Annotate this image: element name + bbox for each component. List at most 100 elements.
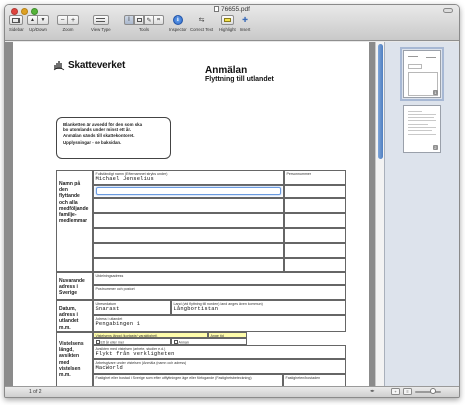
active-text-field[interactable]: [96, 187, 281, 195]
info-box: Blanketten är avsedd för den som ska bo …: [56, 117, 171, 159]
insert-toolbar-item[interactable]: ✚ Insert: [239, 15, 251, 32]
utresedatum-field[interactable]: Utresedatum Snarast: [93, 300, 171, 315]
family-member-name-field[interactable]: [93, 243, 284, 258]
tools-toolbar-item: I ✎ ⌗ Tools: [124, 15, 164, 32]
langd-label: Vistelsens längd (kortaste/ varaktighet): [95, 333, 158, 338]
family-member-name-field[interactable]: [93, 213, 284, 228]
avsikt-field[interactable]: Avsikten med vistelsen (arbete, studier …: [93, 345, 346, 359]
fullname-value: Michael Jenselius: [95, 176, 154, 183]
highlight-label: Highlight: [219, 27, 236, 32]
annotate-tool-button[interactable]: ✎: [144, 15, 154, 25]
scroll-arrows-icon[interactable]: ◂▸: [370, 388, 375, 394]
agency-logo: Skatteverket: [53, 59, 125, 71]
personnummer-label: Personnummer: [286, 171, 312, 176]
pencil-icon: ✎: [146, 17, 152, 24]
postnummer-label: Postnummer och postort: [95, 286, 135, 291]
sidebar-toolbar-item[interactable]: Sidebar: [9, 15, 24, 32]
thumbnail-options-button[interactable]: ≡: [403, 388, 412, 395]
family-member-pnr-field[interactable]: [284, 258, 346, 272]
inspector-label: Inspector: [169, 27, 187, 32]
correct-text-label: Correct Text: [190, 27, 214, 32]
sidebar-button[interactable]: [9, 15, 24, 25]
adress-utland-field[interactable]: Adress i utlandet Pengabingen 1: [93, 315, 346, 332]
inspector-icon[interactable]: i: [172, 15, 183, 25]
thumb-line: [408, 117, 434, 118]
page-count: 1 of 2: [29, 389, 42, 395]
tools-label: Tools: [138, 27, 150, 32]
page-down-button[interactable]: ▼: [38, 15, 49, 25]
slider-knob[interactable]: [430, 388, 436, 394]
page-thumbnail-1[interactable]: 1: [400, 47, 444, 101]
page-thumbnail-2[interactable]: 2: [403, 105, 441, 153]
skatteverket-logo-icon: [53, 61, 65, 71]
thumb-page-number: 1: [432, 90, 438, 95]
add-page-button[interactable]: +: [391, 388, 400, 395]
select-tool-button[interactable]: [134, 15, 144, 25]
fastighet-label: Fastighet eller bostad i Sverige som eft…: [95, 375, 252, 380]
land-field[interactable]: Land (vid flyttning till norden) land an…: [171, 300, 346, 315]
crop-tool-button[interactable]: ⌗: [154, 15, 164, 25]
select-rect-icon: [136, 18, 142, 22]
family-member-name-field[interactable]: [93, 228, 284, 243]
utresedatum-value: Snarast: [95, 306, 120, 313]
highlight-button[interactable]: [220, 15, 234, 25]
one-year-label: Ett år eller mer: [100, 340, 125, 345]
zoom-toolbar-item: − + Zoom: [57, 15, 79, 32]
family-member-name-field[interactable]: [93, 198, 284, 213]
inspector-toolbar-item[interactable]: i Inspector: [169, 15, 187, 32]
zoom-out-button[interactable]: −: [57, 15, 68, 25]
title-bar: 76655.pdf Sidebar ▲ ▼ Up/Down − + Zoom V…: [5, 5, 459, 41]
document-view[interactable]: Skatteverket Anmälan Flyttning till utla…: [5, 42, 375, 388]
viewtype-toolbar-item[interactable]: View Type: [91, 15, 111, 32]
utdelningsadress-label: Utdelningsadress: [95, 273, 124, 278]
info-more: Upplysningar - se baksidan.: [63, 140, 122, 146]
family-member-pnr-field[interactable]: [284, 198, 346, 213]
utdelningsadress-field[interactable]: Utdelningsadress: [93, 272, 346, 285]
thumbnail-size-slider[interactable]: [415, 388, 441, 394]
family-member-name-field[interactable]: [93, 258, 284, 272]
thumb-line: [408, 127, 436, 128]
section-label-date: Datum, adress i utlandet m.m.: [56, 300, 93, 332]
document-scrollbar[interactable]: [375, 42, 384, 388]
zoom-in-button[interactable]: +: [68, 15, 79, 25]
form-title: Anmälan: [205, 65, 248, 76]
section-label-stay: Vistelsens längd, avsikten med vistelsen…: [56, 332, 93, 388]
arbetsgivare-field[interactable]: Arbetsgivare under vistelsen (Anmäla (na…: [93, 359, 346, 374]
thumb-line: [408, 56, 418, 57]
thumb-line: [408, 134, 436, 135]
toolbar-toggle-button[interactable]: [443, 8, 453, 13]
sidebar-label: Sidebar: [9, 27, 24, 32]
sidebar-icon: [12, 17, 21, 23]
thumb-box: [408, 64, 422, 69]
family-member-pnr-field[interactable]: [284, 185, 346, 198]
thumbnail-sidebar: 1 2: [384, 42, 459, 388]
family-member-pnr-field[interactable]: [284, 228, 346, 243]
thumb-line: [408, 124, 428, 125]
family-member-pnr-field[interactable]: [284, 243, 346, 258]
adress-utland-value: Pengabingen 1: [95, 321, 141, 328]
fullname-field[interactable]: Fullständigt namn (Efternamnet stryks un…: [93, 170, 284, 185]
insert-icon[interactable]: ✚: [239, 15, 251, 25]
highlight-toolbar-item[interactable]: Highlight: [219, 15, 236, 32]
ange-tid-label: Ange tid: [210, 333, 224, 338]
family-member-pnr-field[interactable]: [284, 213, 346, 228]
thumb-line: [426, 57, 436, 58]
other-checkbox[interactable]: [173, 339, 178, 344]
fastighet-bostad-label: Fastigheten/bostaden: [285, 375, 321, 380]
status-bar: 1 of 2 ◂▸ + ≡: [5, 386, 459, 397]
page-up-button[interactable]: ▲: [27, 15, 38, 25]
scrollbar-thumb[interactable]: [378, 44, 383, 159]
option-other-row[interactable]: Annan: [171, 338, 247, 345]
personnummer-field[interactable]: Personnummer: [284, 170, 346, 185]
correct-text-icon[interactable]: ⇆: [196, 15, 208, 25]
sidebar-controls: + ≡: [391, 388, 441, 395]
window-title-text: 76655.pdf: [221, 6, 250, 13]
one-year-checkbox[interactable]: [95, 339, 100, 344]
postnummer-field[interactable]: Postnummer och postort: [93, 285, 346, 300]
pdf-document-icon: [214, 6, 220, 12]
thumb-line: [408, 120, 436, 121]
view-type-button[interactable]: [92, 15, 109, 25]
text-tool-button[interactable]: I: [124, 15, 134, 25]
correct-text-toolbar-item[interactable]: ⇆ Correct Text: [190, 15, 213, 32]
option-one-year-row[interactable]: Ett år eller mer: [93, 338, 171, 345]
